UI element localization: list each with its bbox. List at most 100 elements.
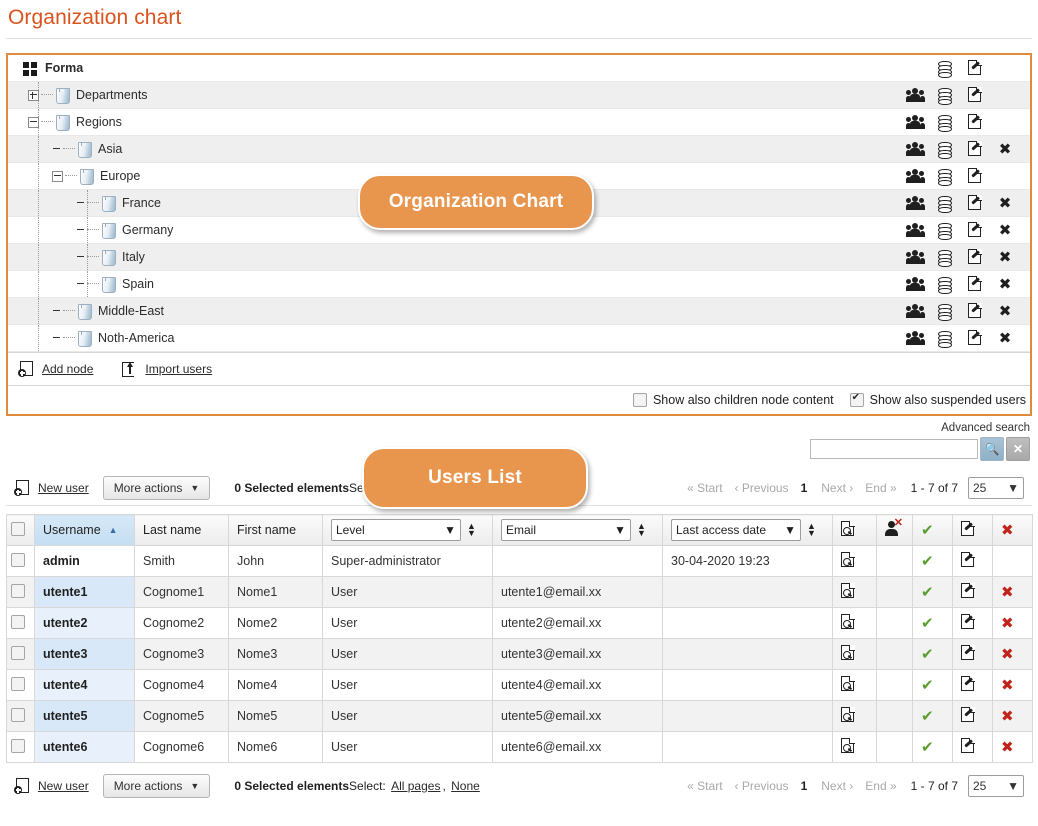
edit-user-button[interactable] [953, 732, 993, 763]
column-header-username[interactable]: Username ▲ [35, 515, 135, 546]
page-next-top[interactable]: Next › [821, 481, 853, 495]
row-select-cell[interactable] [7, 577, 35, 608]
row-select-checkbox[interactable] [11, 646, 25, 660]
database-icon[interactable] [930, 298, 960, 324]
doc-edit-icon[interactable] [960, 298, 990, 324]
import-users-link[interactable]: Import users [145, 362, 212, 376]
view-user-button[interactable] [833, 608, 877, 639]
page-previous-top[interactable]: ‹ Previous [735, 481, 789, 495]
row-select-checkbox[interactable] [11, 615, 25, 629]
search-input[interactable] [810, 439, 978, 459]
select-all-checkbox[interactable] [11, 522, 25, 536]
page-size-select-top[interactable]: 25 ▼ [968, 477, 1024, 499]
doc-edit-icon[interactable] [960, 271, 990, 297]
column-header-level[interactable]: Level ▼ ▲▼ [323, 515, 493, 546]
delete-node-icon[interactable]: ✖ [990, 244, 1020, 270]
manage-users-icon[interactable] [900, 271, 930, 297]
tree-collapse-icon[interactable] [52, 171, 63, 182]
table-row[interactable]: utente5Cognome5Nome5Userutente5@email.xx… [7, 701, 1033, 732]
page-start-top[interactable]: « Start [687, 481, 722, 495]
manage-users-icon[interactable] [900, 190, 930, 216]
column-header-firstname[interactable]: First name [229, 515, 323, 546]
table-row[interactable]: utente4Cognome4Nome4Userutente4@email.xx… [7, 670, 1033, 701]
delete-user-button[interactable]: ✖ [993, 608, 1033, 639]
delete-node-icon[interactable]: ✖ [990, 271, 1020, 297]
edit-user-button[interactable] [953, 608, 993, 639]
view-user-button[interactable] [833, 732, 877, 763]
org-tree-row[interactable]: Departments [8, 82, 1030, 109]
database-icon[interactable] [930, 82, 960, 108]
delete-user-button[interactable]: ✖ [993, 732, 1033, 763]
doc-edit-icon[interactable] [960, 163, 990, 189]
database-icon[interactable] [930, 163, 960, 189]
activate-user-button[interactable]: ✔ [913, 577, 953, 608]
activate-user-button[interactable]: ✔ [913, 670, 953, 701]
add-node-link[interactable]: Add node [42, 362, 93, 376]
delete-node-icon[interactable]: ✖ [990, 190, 1020, 216]
column-header-email[interactable]: Email ▼ ▲▼ [493, 515, 663, 546]
activate-user-button[interactable]: ✔ [913, 732, 953, 763]
delete-user-button[interactable]: ✖ [993, 577, 1033, 608]
tree-collapse-icon[interactable] [28, 117, 39, 128]
activate-user-button[interactable]: ✔ [913, 546, 953, 577]
view-user-button[interactable] [833, 639, 877, 670]
doc-edit-icon[interactable] [960, 244, 990, 270]
row-select-cell[interactable] [7, 639, 35, 670]
column-header-lastaccess[interactable]: Last access date ▼ ▲▼ [663, 515, 833, 546]
edit-user-button[interactable] [953, 701, 993, 732]
activate-user-button[interactable]: ✔ [913, 701, 953, 732]
page-current-bottom[interactable]: 1 [801, 779, 808, 793]
row-select-checkbox[interactable] [11, 739, 25, 753]
table-row[interactable]: utente3Cognome3Nome3Userutente3@email.xx… [7, 639, 1033, 670]
row-select-cell[interactable] [7, 546, 35, 577]
database-icon[interactable] [930, 190, 960, 216]
org-tree-row[interactable]: Middle-East✖ [8, 298, 1030, 325]
database-icon[interactable] [930, 244, 960, 270]
activate-user-button[interactable]: ✔ [913, 608, 953, 639]
manage-users-icon[interactable] [900, 217, 930, 243]
edit-user-button[interactable] [953, 670, 993, 701]
show-suspended-checkbox[interactable] [850, 393, 864, 407]
delete-node-icon[interactable]: ✖ [990, 325, 1020, 351]
row-select-cell[interactable] [7, 701, 35, 732]
new-user-link-bottom[interactable]: New user [38, 779, 89, 793]
row-select-checkbox[interactable] [11, 553, 25, 567]
edit-user-button[interactable] [953, 639, 993, 670]
database-icon[interactable] [930, 271, 960, 297]
show-children-checkbox[interactable] [633, 393, 647, 407]
new-user-bottom[interactable]: New user [14, 778, 89, 794]
search-icon[interactable]: 🔍 [980, 437, 1004, 461]
doc-edit-icon[interactable] [960, 55, 990, 81]
delete-node-icon[interactable]: ✖ [990, 217, 1020, 243]
activate-user-button[interactable]: ✔ [913, 639, 953, 670]
delete-node-icon[interactable]: ✖ [990, 136, 1020, 162]
page-start-bottom[interactable]: « Start [687, 779, 722, 793]
page-current-top[interactable]: 1 [801, 481, 808, 495]
doc-edit-icon[interactable] [960, 136, 990, 162]
column-header-lastname[interactable]: Last name [135, 515, 229, 546]
manage-users-icon[interactable] [900, 109, 930, 135]
row-select-checkbox[interactable] [11, 677, 25, 691]
row-select-cell[interactable] [7, 608, 35, 639]
doc-edit-icon[interactable] [960, 82, 990, 108]
database-icon[interactable] [930, 109, 960, 135]
edit-user-button[interactable] [953, 546, 993, 577]
row-select-cell[interactable] [7, 732, 35, 763]
edit-user-button[interactable] [953, 577, 993, 608]
tree-expand-icon[interactable] [28, 90, 39, 101]
manage-users-icon[interactable] [900, 298, 930, 324]
org-tree-row[interactable]: Regions [8, 109, 1030, 136]
delete-user-button[interactable]: ✖ [993, 670, 1033, 701]
database-icon[interactable] [930, 136, 960, 162]
lastaccess-filter-select[interactable]: Last access date ▼ [671, 519, 801, 541]
database-icon[interactable] [930, 217, 960, 243]
page-size-select-bottom[interactable]: 25 ▼ [968, 775, 1024, 797]
new-user-link-top[interactable]: New user [38, 481, 89, 495]
manage-users-icon[interactable] [900, 325, 930, 351]
lastaccess-sort-toggle[interactable]: ▲▼ [807, 523, 816, 537]
org-tree-row[interactable]: Asia✖ [8, 136, 1030, 163]
manage-users-icon[interactable] [900, 82, 930, 108]
row-select-checkbox[interactable] [11, 584, 25, 598]
manage-users-icon[interactable] [900, 163, 930, 189]
view-user-button[interactable] [833, 546, 877, 577]
